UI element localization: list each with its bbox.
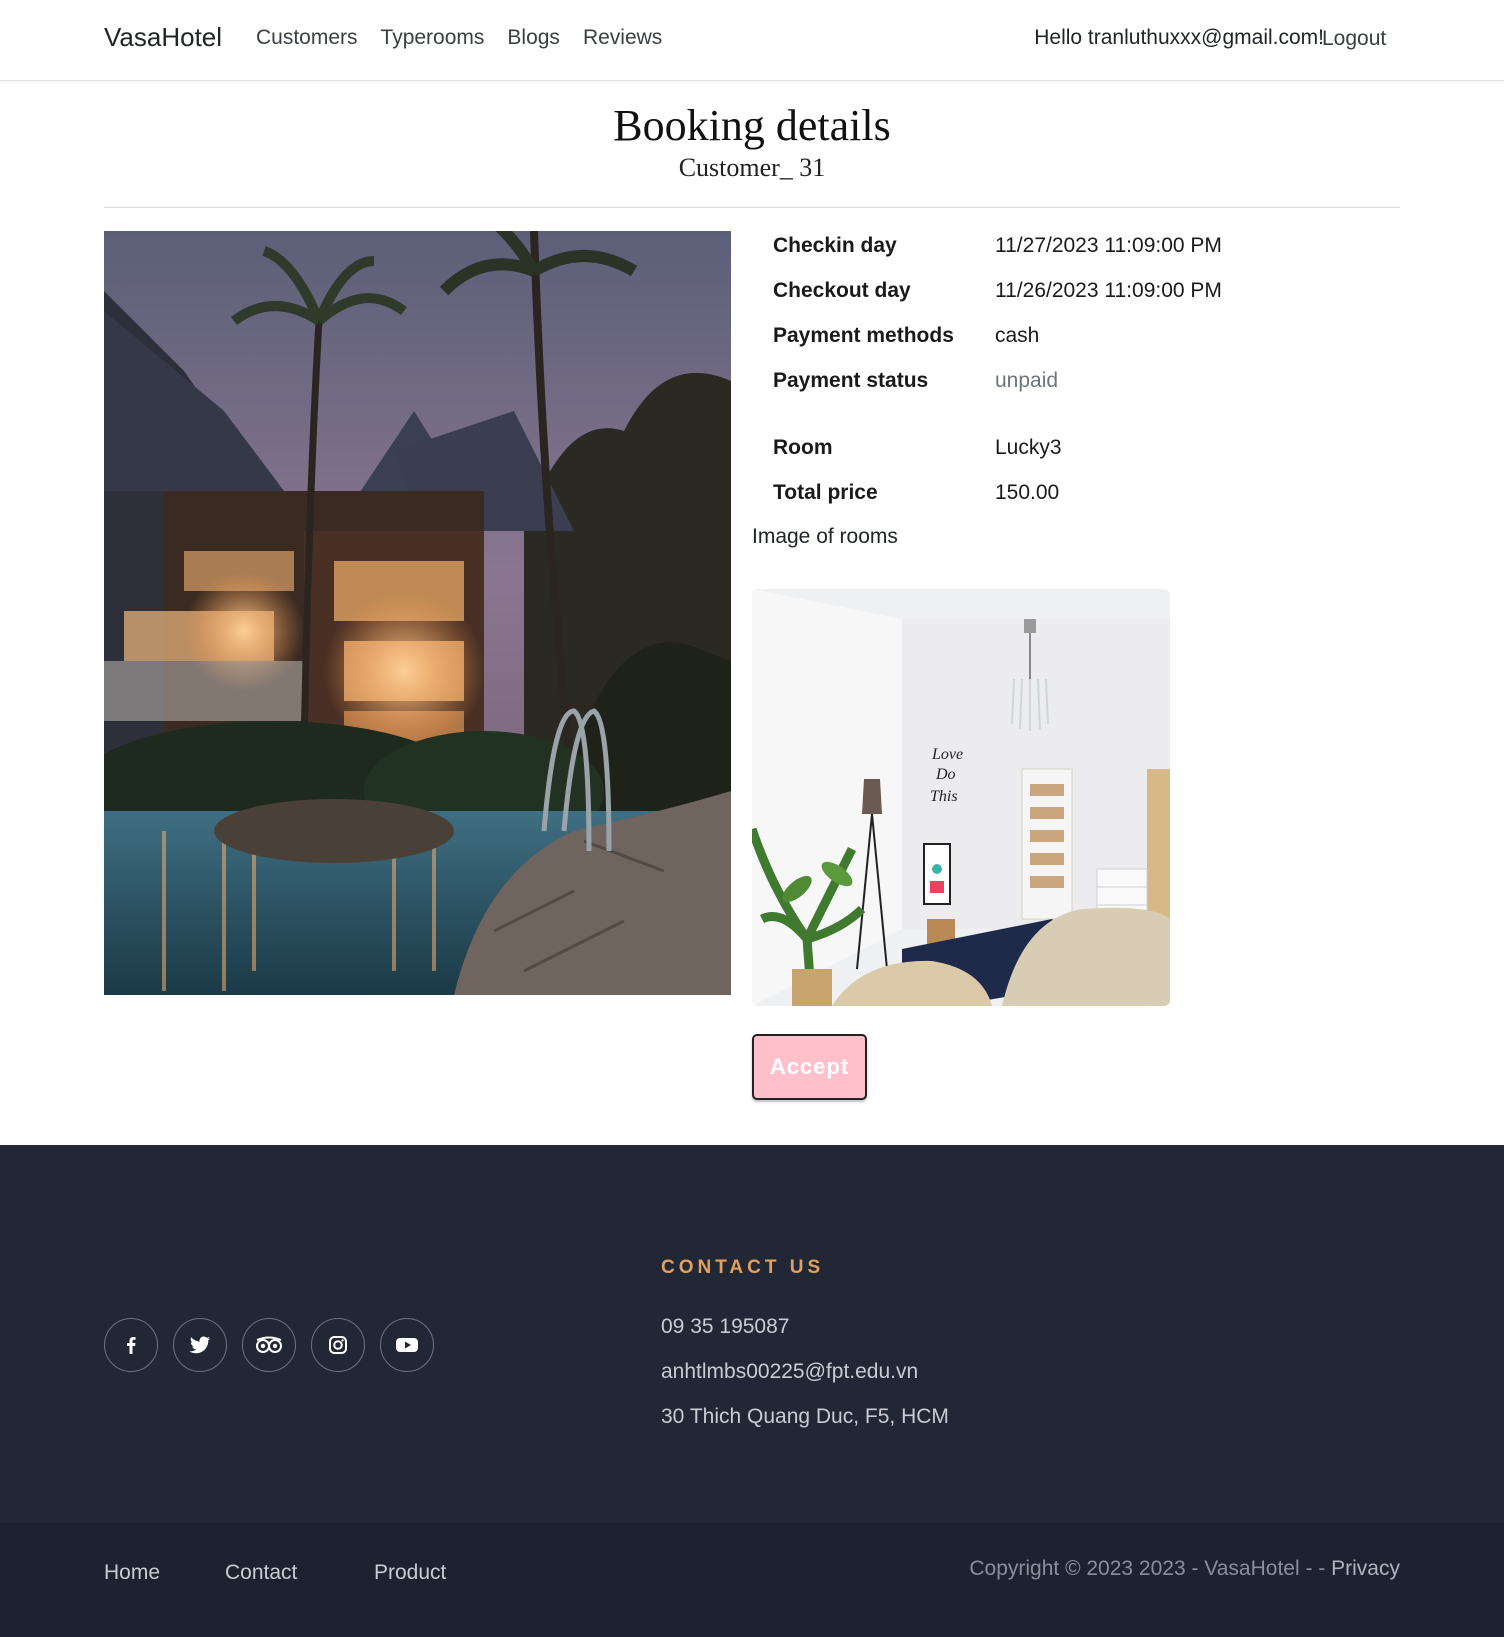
payment-status-label: Payment status [773, 369, 929, 392]
accept-button[interactable]: Accept [752, 1034, 867, 1100]
nav-links: Customers Typerooms Blogs Reviews [256, 26, 662, 50]
social-links [104, 1318, 434, 1372]
footer-link-contact[interactable]: Contact [225, 1561, 297, 1585]
room-label: Room [773, 436, 833, 459]
youtube-icon[interactable] [380, 1318, 434, 1372]
facebook-icon[interactable] [104, 1318, 158, 1372]
contact-email[interactable]: anhtlmbs00225@fpt.edu.vn [661, 1360, 918, 1384]
user-area: Hello tranluthuxxx@gmail.com! [1034, 26, 1324, 50]
svg-text:Do: Do [935, 766, 956, 783]
nav-link-blogs[interactable]: Blogs [507, 26, 560, 50]
checkin-value: 11/27/2023 11:09:00 PM [995, 234, 1222, 257]
rooms-image-label: Image of rooms [752, 525, 898, 548]
room-image: Love Do This [752, 589, 1170, 1006]
brand-logo[interactable]: VasaHotel [104, 22, 222, 53]
nav-link-customers[interactable]: Customers [256, 26, 358, 50]
total-price-value: 150.00 [995, 481, 1060, 504]
contact-phone: 09 35 195087 [661, 1315, 790, 1338]
room-value: Lucky3 [995, 436, 1062, 459]
nav-link-typerooms[interactable]: Typerooms [381, 26, 485, 50]
copyright: Copyright © 2023 2023 - VasaHotel - - Pr… [969, 1557, 1400, 1581]
divider [104, 207, 1400, 208]
payment-method-label: Payment methods [773, 324, 954, 347]
nav-link-reviews[interactable]: Reviews [583, 26, 662, 50]
payment-method-value: cash [995, 324, 1040, 347]
footer-link-home[interactable]: Home [104, 1561, 160, 1585]
user-greeting[interactable]: Hello tranluthuxxx@gmail.com! [1034, 26, 1324, 50]
page-subtitle: Customer_ 31 [678, 153, 826, 182]
navbar: VasaHotel Customers Typerooms Blogs Revi… [0, 0, 1504, 81]
svg-text:Love: Love [931, 746, 963, 763]
twitter-icon[interactable] [173, 1318, 227, 1372]
copyright-text: Copyright © 2023 2023 - VasaHotel - - [969, 1557, 1326, 1580]
contact-address: 30 Thich Quang Duc, F5, HCM [661, 1405, 949, 1428]
contact-heading: CONTACT US [661, 1257, 825, 1278]
logout-link[interactable]: Logout [1322, 27, 1386, 51]
hotel-image [104, 231, 731, 995]
instagram-icon[interactable] [311, 1318, 365, 1372]
footer-link-product[interactable]: Product [374, 1561, 446, 1585]
total-price-label: Total price [773, 481, 878, 504]
payment-status-value: unpaid [995, 369, 1059, 392]
checkin-label: Checkin day [773, 234, 897, 257]
page-title: Booking details [613, 101, 891, 150]
checkout-value: 11/26/2023 11:09:00 PM [995, 279, 1222, 302]
privacy-link[interactable]: Privacy [1331, 1557, 1400, 1580]
svg-text:This: This [930, 788, 958, 805]
tripadvisor-icon[interactable] [242, 1318, 296, 1372]
checkout-label: Checkout day [773, 279, 911, 302]
